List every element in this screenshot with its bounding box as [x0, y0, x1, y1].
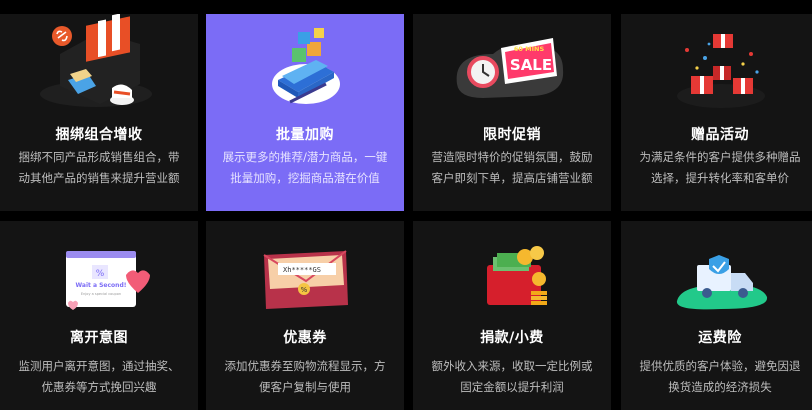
gift-boxes-icon [677, 34, 765, 108]
popup-percent: % [96, 269, 105, 279]
feature-card-bulk-add[interactable]: 批量加购 展示更多的推荐/潜力商品，一键批量加购，挖掘商品潜在价值 [206, 14, 404, 211]
tips-wallet-icon [487, 246, 547, 305]
feature-description: 展示更多的推荐/潜力商品，一键批量加购，挖掘商品潜在价值 [222, 150, 388, 185]
feature-title: 离开意图 [70, 330, 128, 346]
shipping-insurance-icon [676, 255, 768, 310]
feature-card-coupon[interactable]: Xh*****GS % 优惠券 添加优惠券至购物流程显示，方便客户复制与使用 [206, 221, 404, 410]
feature-description: 为满足条件的客户提供多种赠品选择，提升转化率和客单价 [639, 150, 801, 185]
feature-description: 添加优惠券至购物流程显示，方便客户复制与使用 [224, 359, 386, 394]
feature-title: 赠品活动 [691, 127, 749, 143]
feature-card-tips[interactable]: 捐款/小费 额外收入来源，收取一定比例或固定金额以提升利润 [413, 221, 611, 410]
coupon-code: Xh*****GS [283, 266, 321, 274]
feature-grid: 捆绑组合增收 捆绑不同产品形成销售组合，带动其他产品的销售来提升营业额 批量加购… [0, 0, 812, 410]
popup-title: Wait a Second! [76, 282, 127, 289]
feature-description: 捆绑不同产品形成销售组合，带动其他产品的销售来提升营业额 [18, 150, 180, 185]
feature-card-bundle[interactable]: 捆绑组合增收 捆绑不同产品形成销售组合，带动其他产品的销售来提升营业额 [0, 14, 198, 211]
feature-card-flash-sale[interactable]: 60 MINS SALE 限时促销 营造限时特价的促销氛围，鼓励客户即刻下单，提… [413, 14, 611, 211]
coupon-icon: Xh*****GS % [263, 250, 348, 309]
flash-sale-icon: 60 MINS SALE [456, 38, 564, 98]
popup-subtitle: Enjoy a special coupon [81, 292, 121, 296]
feature-card-shipping-insurance[interactable]: 运费险 提供优质的客户体验，避免因退换货造成的经济损失 [621, 221, 812, 410]
bundle-products-icon [40, 14, 152, 107]
feature-title: 运费险 [698, 330, 742, 346]
feature-title: 捆绑组合增收 [55, 127, 143, 143]
feature-description: 提供优质的客户体验，避免因退换货造成的经济损失 [639, 359, 801, 394]
feature-title: 批量加购 [276, 127, 334, 143]
feature-card-exit-intent[interactable]: % Wait a Second! Enjoy a special coupon … [0, 221, 198, 410]
feature-description: 监测用户离开意图，通过抽奖、优惠券等方式挽回兴趣 [18, 359, 180, 394]
feature-description: 额外收入来源，收取一定比例或固定金额以提升利润 [431, 359, 593, 394]
bulk-cart-icon [272, 28, 340, 104]
sale-badge-main: SALE [510, 56, 552, 74]
sale-badge-top: 60 MINS [514, 45, 545, 53]
feature-title: 限时促销 [483, 127, 541, 143]
feature-title: 优惠券 [283, 330, 327, 346]
feature-description: 营造限时特价的促销氛围，鼓励客户即刻下单，提高店铺营业额 [431, 150, 593, 185]
exit-popup-icon: % Wait a Second! Enjoy a special coupon [66, 251, 150, 310]
feature-title: 捐款/小费 [480, 330, 544, 346]
coupon-percent: % [301, 286, 308, 294]
feature-card-gifts[interactable]: 赠品活动 为满足条件的客户提供多种赠品选择，提升转化率和客单价 [621, 14, 812, 211]
